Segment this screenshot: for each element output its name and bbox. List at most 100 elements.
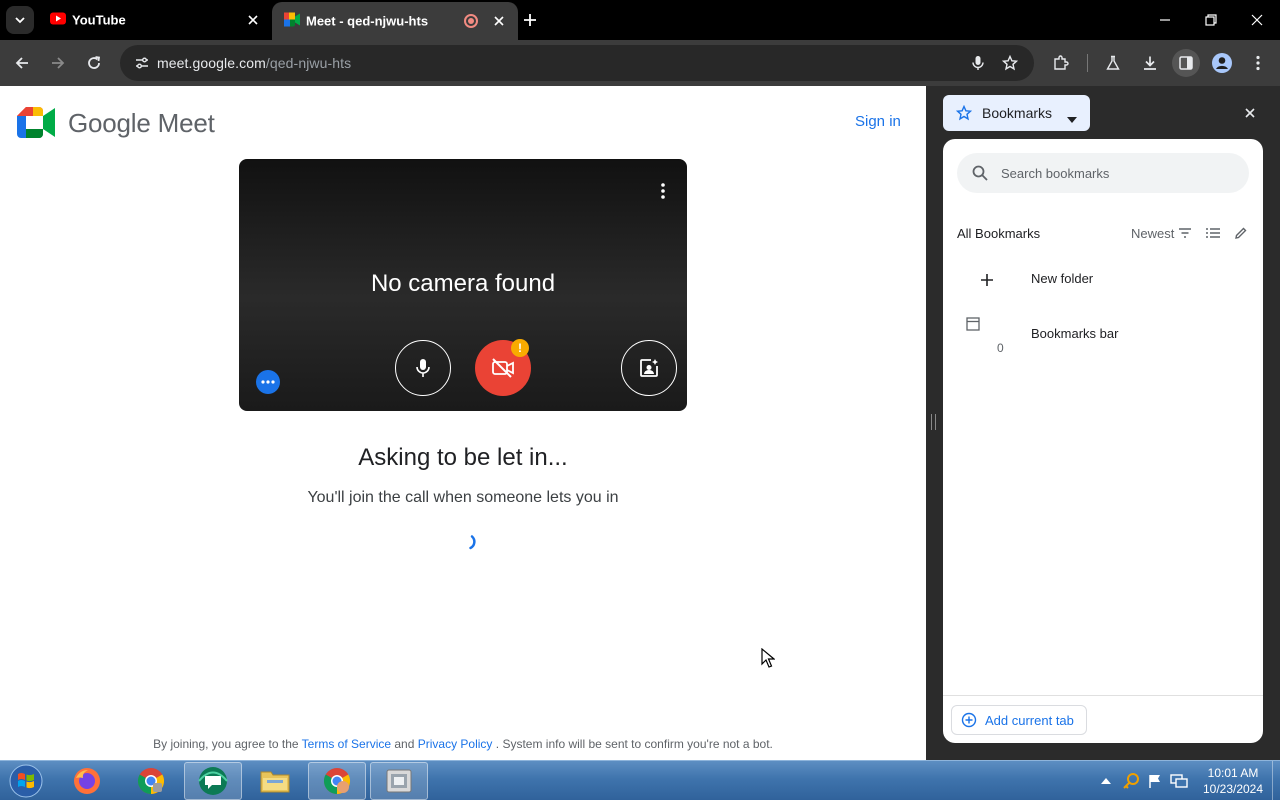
microphone-icon[interactable] [965, 50, 991, 76]
reload-icon [88, 56, 101, 69]
show-desktop-button[interactable] [1272, 761, 1280, 800]
bookmarks-search-input[interactable] [1001, 163, 1231, 183]
more-effects-button[interactable] [256, 370, 280, 394]
bookmark-item-name: Bookmarks bar [1031, 326, 1119, 341]
microphone-toggle-button[interactable] [395, 340, 451, 396]
visual-effects-button[interactable] [621, 340, 677, 396]
add-current-tab-label: Add current tab [985, 713, 1074, 728]
more-options-button[interactable] [651, 179, 675, 203]
folder-bar-icon [961, 315, 1013, 355]
clock-date: 10/23/2024 [1202, 782, 1264, 796]
pencil-icon [1235, 227, 1247, 239]
close-window-button[interactable] [1234, 0, 1280, 40]
meet-wordmark: Google Meet [68, 108, 215, 138]
camera-warning-badge: ! [511, 339, 529, 357]
bookmarks-star-icon [955, 104, 973, 126]
restore-icon [1205, 14, 1217, 26]
address-bar[interactable]: meet.google.com/qed-njwu-hts [120, 45, 1034, 81]
list-view-icon [1206, 228, 1220, 238]
folder-icon [260, 771, 290, 793]
bookmark-star-icon[interactable] [997, 50, 1023, 76]
downloads-button[interactable] [1136, 49, 1164, 77]
tray-key-icon[interactable] [1120, 761, 1142, 800]
sort-icon [1179, 228, 1191, 238]
bookmark-item-count: 0 [997, 341, 1004, 355]
list-item-bookmarks-bar[interactable]: 0 Bookmarks bar [957, 311, 1249, 359]
loading-spinner-icon [461, 534, 477, 555]
puzzle-icon [1054, 55, 1069, 70]
microphone-icon [416, 359, 430, 377]
terms-and: and [394, 737, 415, 751]
edit-button[interactable] [1231, 223, 1251, 243]
side-panel-button[interactable] [1172, 49, 1200, 77]
restore-button[interactable] [1188, 0, 1234, 40]
url-text[interactable]: meet.google.com/qed-njwu-hts [157, 55, 351, 71]
taskbar-file-explorer[interactable] [246, 762, 304, 800]
terms-of-service-link[interactable]: Terms of Service [302, 737, 391, 751]
close-tab-icon[interactable] [490, 12, 508, 30]
youtube-favicon-icon [50, 12, 66, 28]
plus-icon [961, 260, 1013, 300]
dropdown-arrow-icon [1067, 110, 1077, 128]
no-camera-message: No camera found [370, 270, 556, 297]
bookmarks-search-box[interactable] [957, 153, 1249, 193]
add-current-tab-button[interactable]: Add current tab [951, 705, 1087, 735]
sign-in-link[interactable]: Sign in [855, 113, 901, 130]
toolbar-separator [1087, 54, 1088, 72]
chevron-down-icon [15, 17, 25, 24]
sort-button[interactable] [1175, 223, 1195, 243]
start-button[interactable] [6, 762, 46, 800]
view-toggle-button[interactable] [1203, 223, 1223, 243]
url-path: /qed-njwu-hts [265, 55, 352, 71]
kebab-menu-icon [661, 183, 665, 199]
minimize-icon [1160, 19, 1170, 21]
labs-button[interactable] [1099, 49, 1127, 77]
chrome-icon [137, 768, 165, 795]
close-tab-icon[interactable] [244, 11, 262, 29]
download-icon [1144, 56, 1156, 70]
tab-youtube[interactable]: YouTube [38, 0, 272, 40]
asking-title: Asking to be let in... [358, 444, 568, 471]
new-tab-button[interactable] [518, 8, 542, 32]
taskbar-app-window[interactable] [370, 762, 428, 800]
close-side-panel-button[interactable] [1239, 102, 1261, 124]
back-button[interactable] [8, 49, 36, 77]
taskbar-chrome-active[interactable] [308, 762, 366, 800]
mouse-cursor-icon [761, 647, 776, 673]
site-info-icon[interactable] [128, 49, 156, 77]
terms-notice: By joining, you agree to the Terms of Se… [0, 737, 926, 751]
forward-button[interactable] [44, 49, 72, 77]
terms-suffix: . System info will be sent to confirm yo… [495, 737, 773, 751]
taskbar-clock[interactable]: 10:01 AM 10/23/2024 [1194, 765, 1272, 797]
firefox-icon [74, 768, 100, 794]
show-hidden-icons-button[interactable] [1098, 761, 1114, 800]
tab-search-button[interactable] [6, 6, 34, 34]
arrow-left-icon [15, 57, 28, 69]
side-panel-resize-handle[interactable] [926, 86, 942, 760]
bookmarks-card: All Bookmarks Newest New folder 0 Bookma… [943, 139, 1263, 743]
extensions-button[interactable] [1047, 49, 1075, 77]
windows-logo-icon [9, 764, 43, 798]
sort-order-label[interactable]: Newest [1131, 226, 1174, 241]
taskbar-app-green[interactable] [184, 762, 242, 800]
privacy-policy-link[interactable]: Privacy Policy [418, 737, 493, 751]
camera-off-icon [492, 358, 514, 378]
asking-subtitle: You'll join the call when someone lets y… [307, 489, 619, 506]
tab-strip: YouTube Meet - qed-njwu-hts [0, 0, 1280, 40]
chrome-icon [323, 768, 351, 795]
minimize-button[interactable] [1142, 0, 1188, 40]
clock-time: 10:01 AM [1207, 766, 1259, 780]
menu-button[interactable] [1244, 49, 1272, 77]
taskbar-firefox[interactable] [58, 762, 116, 800]
side-panel-selector[interactable]: Bookmarks [943, 95, 1090, 131]
action-center-flag-icon[interactable] [1144, 761, 1166, 800]
windows-taskbar: 10:01 AM 10/23/2024 [0, 760, 1280, 800]
reload-button[interactable] [80, 49, 108, 77]
list-item-new-folder[interactable]: New folder [957, 256, 1249, 304]
network-icon[interactable] [1168, 761, 1190, 800]
chevron-up-icon [1101, 778, 1111, 784]
profile-button[interactable] [1208, 49, 1236, 77]
tab-meet[interactable]: Meet - qed-njwu-hts [272, 2, 518, 40]
taskbar-chrome[interactable] [122, 762, 180, 800]
meet-page: Google Meet Sign in No camera found ! As… [0, 86, 926, 760]
